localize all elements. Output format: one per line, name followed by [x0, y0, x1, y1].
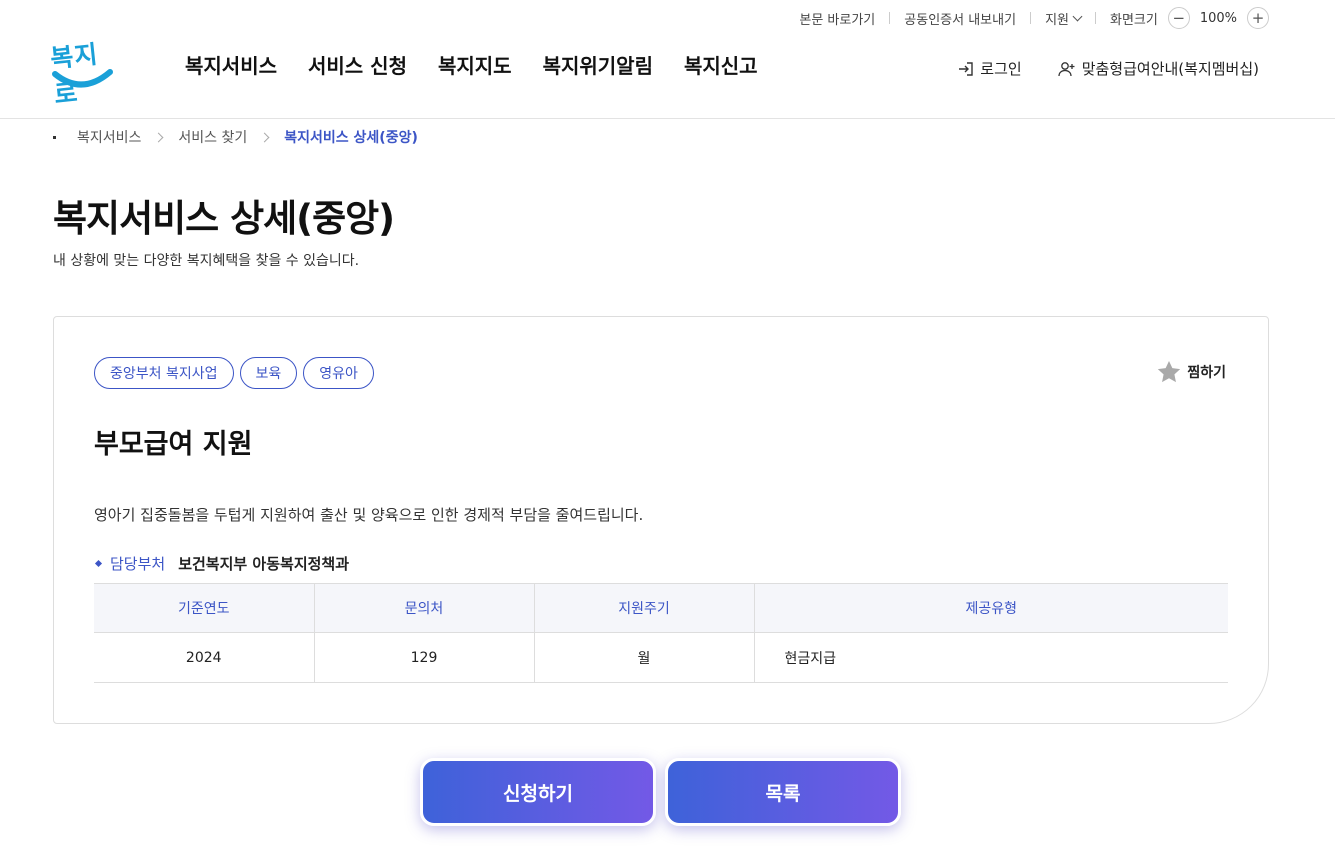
zoom-level: 100% — [1199, 10, 1237, 26]
user-add-icon — [1058, 61, 1075, 76]
column-header: 문의처 — [313, 583, 534, 633]
breadcrumb: 복지서비스 서비스 찾기 복지서비스 상세(중앙) — [53, 127, 418, 147]
chevron-right-icon — [153, 132, 164, 142]
divider — [1030, 12, 1032, 24]
department-label: 담당부처 — [110, 555, 166, 573]
column-header: 지원주기 — [533, 583, 754, 633]
service-tags: 중앙부처 복지사업 보육 영유아 — [94, 357, 374, 389]
star-icon — [1158, 360, 1181, 383]
membership-link[interactable]: 맞춤형급여안내(복지멤버십) — [1058, 58, 1259, 79]
header-divider — [0, 118, 1335, 119]
zoom-in-button[interactable]: + — [1247, 7, 1269, 29]
favorite-label: 찜하기 — [1187, 365, 1226, 381]
apply-button[interactable]: 신청하기 — [420, 758, 656, 826]
home-dot-icon — [53, 135, 56, 139]
chevron-down-icon — [1072, 11, 1083, 21]
nav-item-welfare-map[interactable]: 복지지도 — [438, 50, 512, 79]
nav-item-welfare-service[interactable]: 복지서비스 — [185, 50, 277, 79]
table-cell: 월 — [533, 632, 754, 683]
column-header: 제공유형 — [753, 583, 1228, 633]
page-subtitle: 내 상황에 맞는 다양한 복지혜택을 찾을 수 있습니다. — [53, 253, 360, 269]
table-cell: 129 — [313, 632, 534, 683]
support-label: 지원 — [1045, 12, 1069, 28]
bullet-diamond-icon — [94, 559, 103, 568]
login-icon — [959, 61, 973, 76]
service-info-table: 기준연도 문의처 지원주기 제공유형 2024 129 월 현금지급 — [94, 583, 1228, 683]
nav-item-service-apply[interactable]: 서비스 신청 — [308, 50, 407, 79]
site-logo[interactable]: 복지로 — [49, 36, 116, 109]
membership-label: 맞춤형급여안내(복지멤버십) — [1081, 60, 1259, 78]
breadcrumb-current: 복지서비스 상세(중앙) — [284, 130, 418, 146]
header-actions: 로그인 맞춤형급여안내(복지멤버십) — [958, 58, 1259, 79]
nav-item-welfare-report[interactable]: 복지신고 — [684, 50, 758, 79]
action-buttons: 신청하기 목록 — [420, 758, 901, 826]
page-title: 복지서비스 상세(중앙) — [53, 197, 395, 240]
department-value: 보건복지부 아동복지정책과 — [178, 555, 350, 573]
department-row: 담당부처 보건복지부 아동복지정책과 — [94, 553, 349, 574]
support-dropdown[interactable]: 지원 — [1045, 9, 1083, 28]
service-tag: 보육 — [239, 357, 298, 389]
service-description: 영아기 집중돌봄을 두텁게 지원하여 출산 및 양육으로 인한 경제적 부담을 … — [94, 506, 644, 524]
nav-item-crisis-alert[interactable]: 복지위기알림 — [543, 50, 653, 79]
minus-icon: − — [1172, 8, 1186, 27]
skip-to-content-link[interactable]: 본문 바로가기 — [799, 9, 875, 28]
service-tag: 중앙부처 복지사업 — [94, 357, 234, 389]
table-cell: 현금지급 — [753, 632, 1228, 683]
favorite-button[interactable]: 찜하기 — [1156, 359, 1226, 385]
zoom-out-button[interactable]: − — [1167, 7, 1190, 29]
plus-icon: + — [1251, 8, 1265, 27]
service-card: 중앙부처 복지사업 보육 영유아 찜하기 부모급여 지원 영아기 집중돌봄을 두… — [53, 316, 1269, 724]
login-label: 로그인 — [980, 60, 1022, 78]
column-header: 기준연도 — [94, 583, 314, 633]
service-tag: 영유아 — [303, 357, 374, 389]
main-nav: 복지서비스 서비스 신청 복지지도 복지위기알림 복지신고 — [185, 50, 758, 79]
divider — [1094, 12, 1096, 24]
chevron-right-icon — [259, 132, 270, 142]
login-link[interactable]: 로그인 — [958, 58, 1022, 79]
breadcrumb-item[interactable]: 복지서비스 — [77, 127, 141, 147]
logo-smile-icon — [52, 69, 113, 88]
screen-size-control: 화면크기 − 100% + — [1110, 7, 1269, 29]
table-cell: 2024 — [94, 632, 314, 683]
table-row: 2024 129 월 현금지급 — [94, 632, 1228, 683]
service-title: 부모급여 지원 — [94, 429, 253, 460]
divider — [889, 12, 891, 24]
utility-bar: 본문 바로가기 공동인증서 내보내기 지원 화면크기 − 100% + — [799, 6, 1269, 30]
cert-export-link[interactable]: 공동인증서 내보내기 — [904, 9, 1016, 28]
list-button[interactable]: 목록 — [665, 758, 901, 826]
table-header-row: 기준연도 문의처 지원주기 제공유형 — [94, 583, 1228, 633]
screen-size-label: 화면크기 — [1109, 12, 1158, 28]
breadcrumb-item[interactable]: 서비스 찾기 — [178, 127, 247, 147]
